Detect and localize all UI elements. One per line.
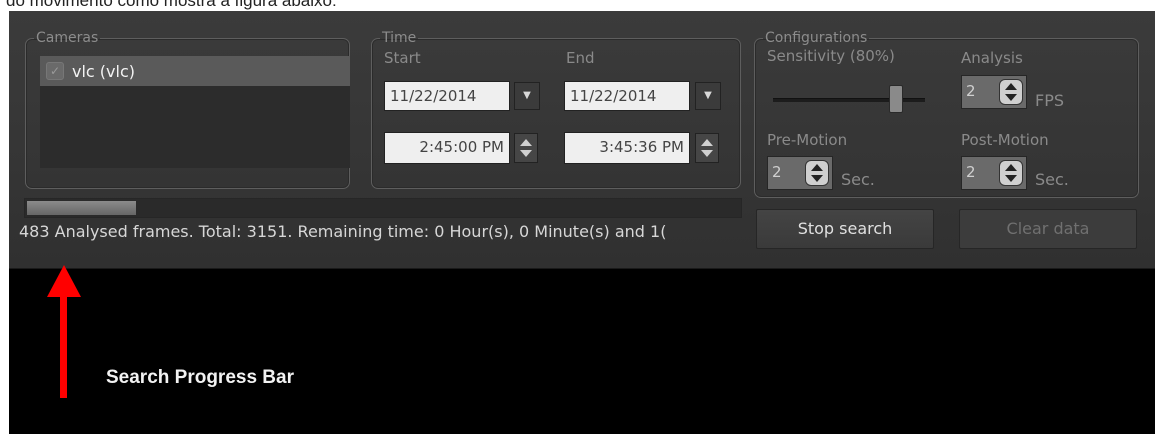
analysis-value: 2 <box>966 82 976 100</box>
red-arrow-shaft <box>60 294 67 398</box>
pre-motion-input[interactable]: 2 <box>767 156 833 190</box>
search-progress-bar <box>24 198 742 218</box>
analysis-fps-input[interactable]: 2 <box>961 75 1027 109</box>
pre-motion-unit: Sec. <box>841 170 875 189</box>
sensitivity-slider-thumb[interactable] <box>889 85 903 113</box>
search-progress-fill <box>27 201 136 215</box>
end-label: End <box>566 49 595 67</box>
post-motion-value: 2 <box>966 163 976 181</box>
analysis-spinner-icon[interactable] <box>999 79 1023 105</box>
post-motion-spinner-icon[interactable] <box>999 160 1023 186</box>
sensitivity-label: Sensitivity (80%) <box>767 47 895 65</box>
end-date-input[interactable]: 11/22/2014 <box>564 81 690 111</box>
search-status-text: 483 Analysed frames. Total: 3151. Remain… <box>19 222 667 241</box>
analysis-unit: FPS <box>1035 91 1065 110</box>
configurations-group: Configurations Sensitivity (80%) Analysi… <box>754 31 1139 198</box>
start-time-spinner[interactable] <box>514 133 538 163</box>
pre-motion-value: 2 <box>772 163 782 181</box>
cameras-legend: Cameras <box>36 30 99 46</box>
camera-item-label: vlc (vlc) <box>72 61 135 81</box>
start-time-input[interactable]: 2:45:00 PM <box>384 132 510 164</box>
configurations-legend: Configurations <box>765 30 868 46</box>
camera-list[interactable]: ✓ vlc (vlc) <box>40 56 350 168</box>
time-group: Time Start End 11/22/2014 ▼ 11/22/2014 ▼… <box>371 31 741 189</box>
stop-search-button[interactable]: Stop search <box>756 209 934 249</box>
end-time-spinner[interactable] <box>695 133 719 163</box>
red-arrow-head-icon <box>47 265 81 297</box>
pre-motion-label: Pre-Motion <box>767 131 848 149</box>
checkbox-icon[interactable]: ✓ <box>46 62 64 80</box>
end-time-input[interactable]: 3:45:36 PM <box>564 132 690 164</box>
start-label: Start <box>384 49 421 67</box>
end-date-dropdown-icon[interactable]: ▼ <box>695 82 721 110</box>
post-motion-label: Post-Motion <box>961 131 1049 149</box>
analysis-label: Analysis <box>961 49 1023 67</box>
clear-data-button[interactable]: Clear data <box>959 209 1137 249</box>
pre-motion-spinner-icon[interactable] <box>805 160 829 186</box>
search-window: Cameras ✓ vlc (vlc) Time Start End 11/22… <box>9 11 1155 434</box>
post-motion-input[interactable]: 2 <box>961 156 1027 190</box>
start-date-dropdown-icon[interactable]: ▼ <box>514 82 540 110</box>
time-legend: Time <box>382 30 417 46</box>
cameras-group: Cameras ✓ vlc (vlc) <box>25 31 350 189</box>
camera-item[interactable]: ✓ vlc (vlc) <box>40 56 350 86</box>
annotation-label: Search Progress Bar <box>106 367 294 388</box>
start-date-input[interactable]: 11/22/2014 <box>384 81 510 111</box>
search-panel: Cameras ✓ vlc (vlc) Time Start End 11/22… <box>9 11 1155 269</box>
post-motion-unit: Sec. <box>1035 170 1069 189</box>
page-caption: do movimento como mostra a figura abaixo… <box>6 0 337 10</box>
